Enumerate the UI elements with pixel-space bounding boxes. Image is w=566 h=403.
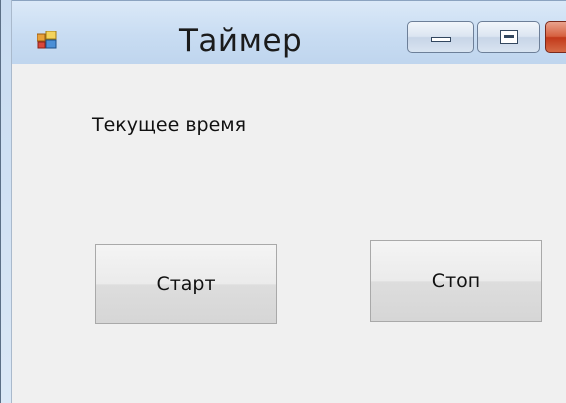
maximize-icon xyxy=(500,30,518,44)
window-border-line xyxy=(0,0,1,403)
minimize-button[interactable] xyxy=(407,21,474,53)
window-left-border xyxy=(0,0,12,403)
windows-form-icon[interactable] xyxy=(37,31,57,49)
stop-button[interactable]: Стоп xyxy=(370,240,542,322)
form-client-area: Текущее время Старт Стоп xyxy=(12,64,566,403)
title-bar[interactable]: Таймер xyxy=(0,0,566,65)
current-time-label: Текущее время xyxy=(92,114,247,136)
window-title: Таймер xyxy=(179,23,303,59)
minimize-icon xyxy=(431,37,451,42)
maximize-button[interactable] xyxy=(477,21,540,53)
start-button[interactable]: Старт xyxy=(95,244,277,324)
close-button[interactable] xyxy=(545,21,566,53)
timer-window: Таймер Текущее время Старт Стоп xyxy=(0,0,566,403)
